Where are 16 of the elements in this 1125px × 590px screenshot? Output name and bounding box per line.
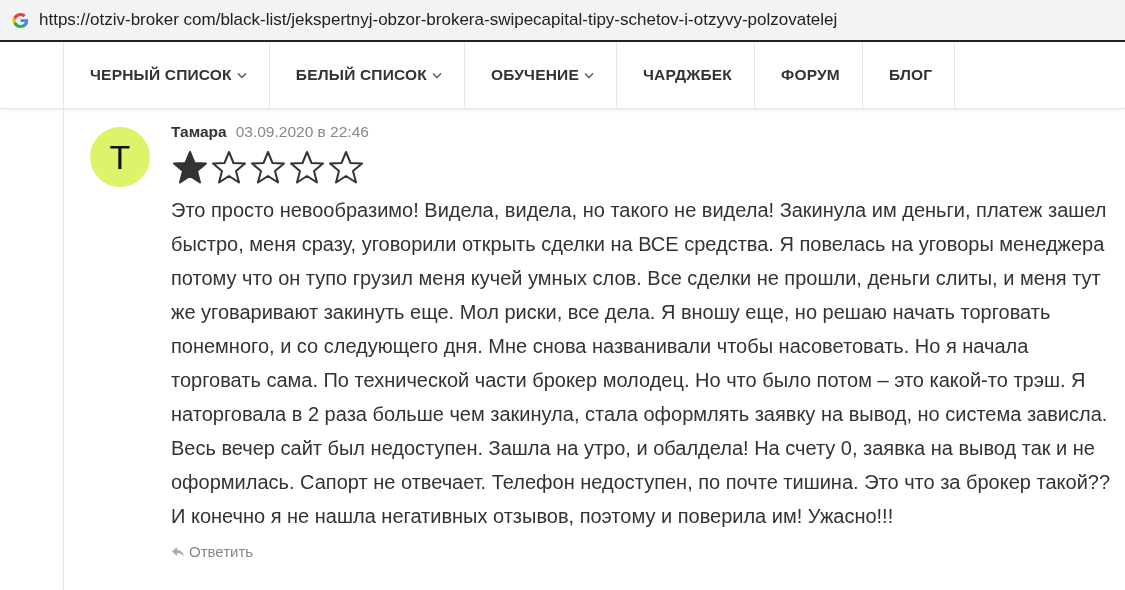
avatar: T [90,127,150,187]
nav-link[interactable]: ФОРУМ [754,42,862,108]
chevron-down-icon [432,71,442,79]
nav-link[interactable]: ЧАРДЖБЕК [615,42,754,108]
google-icon [12,11,29,29]
chevron-down-icon [236,71,247,79]
nav-link[interactable]: БЕЛЫЙ СПИСОК [268,42,464,108]
author-name: Тамара [171,123,227,141]
nav-link[interactable]: ОБУЧЕНИЕ [464,42,616,108]
reply-link[interactable]: Ответить [171,543,254,560]
comment-date: 03.09.2020 в 22:46 [235,123,369,141]
nav-link[interactable]: БЛОГ [862,42,956,108]
comment-text: Это просто невообразимо! Видела, видела, но такого не видела! Закинула им деньги, платеж зашел быстро, меня сразу, уговорили открыть сделки на ВСЕ средства. Я повелась на уговоры менеджера потому что он тупо грузил меня кучей умных слов. Все сделки не прошли, деньги слиты, и меня тут же уговаривают закинуть еще. Мол риски, все дела. Я вношу еще, но решаю начать торговать понемного, и со следующего дня. Мне снова названивали чтобы насоветовать. Но я начала торговать сама. По технической части брокер молодец. Но что было потом – это какой-то трэш. Я наторговала в 2 раза больше чем закинула, стала оформлять заявку на вывод, но система зависла. Весь вечер сайт был недоступен. Зашла на утро, и обалдела! На счету 0, заявка на вывод так и не оформилась. Сапорт не отвечает. Телефон недоступен, по почте тишина. Это что за брокер такой?? И конечно я не нашла негативных отзывов, поэтому и поверила им! Ужасно!!! [171,198,1112,529]
chevron-down-icon [583,71,594,79]
nav-link[interactable]: ЧЕРНЫЙ СПИСОК [63,42,269,108]
reply-icon [171,545,185,558]
